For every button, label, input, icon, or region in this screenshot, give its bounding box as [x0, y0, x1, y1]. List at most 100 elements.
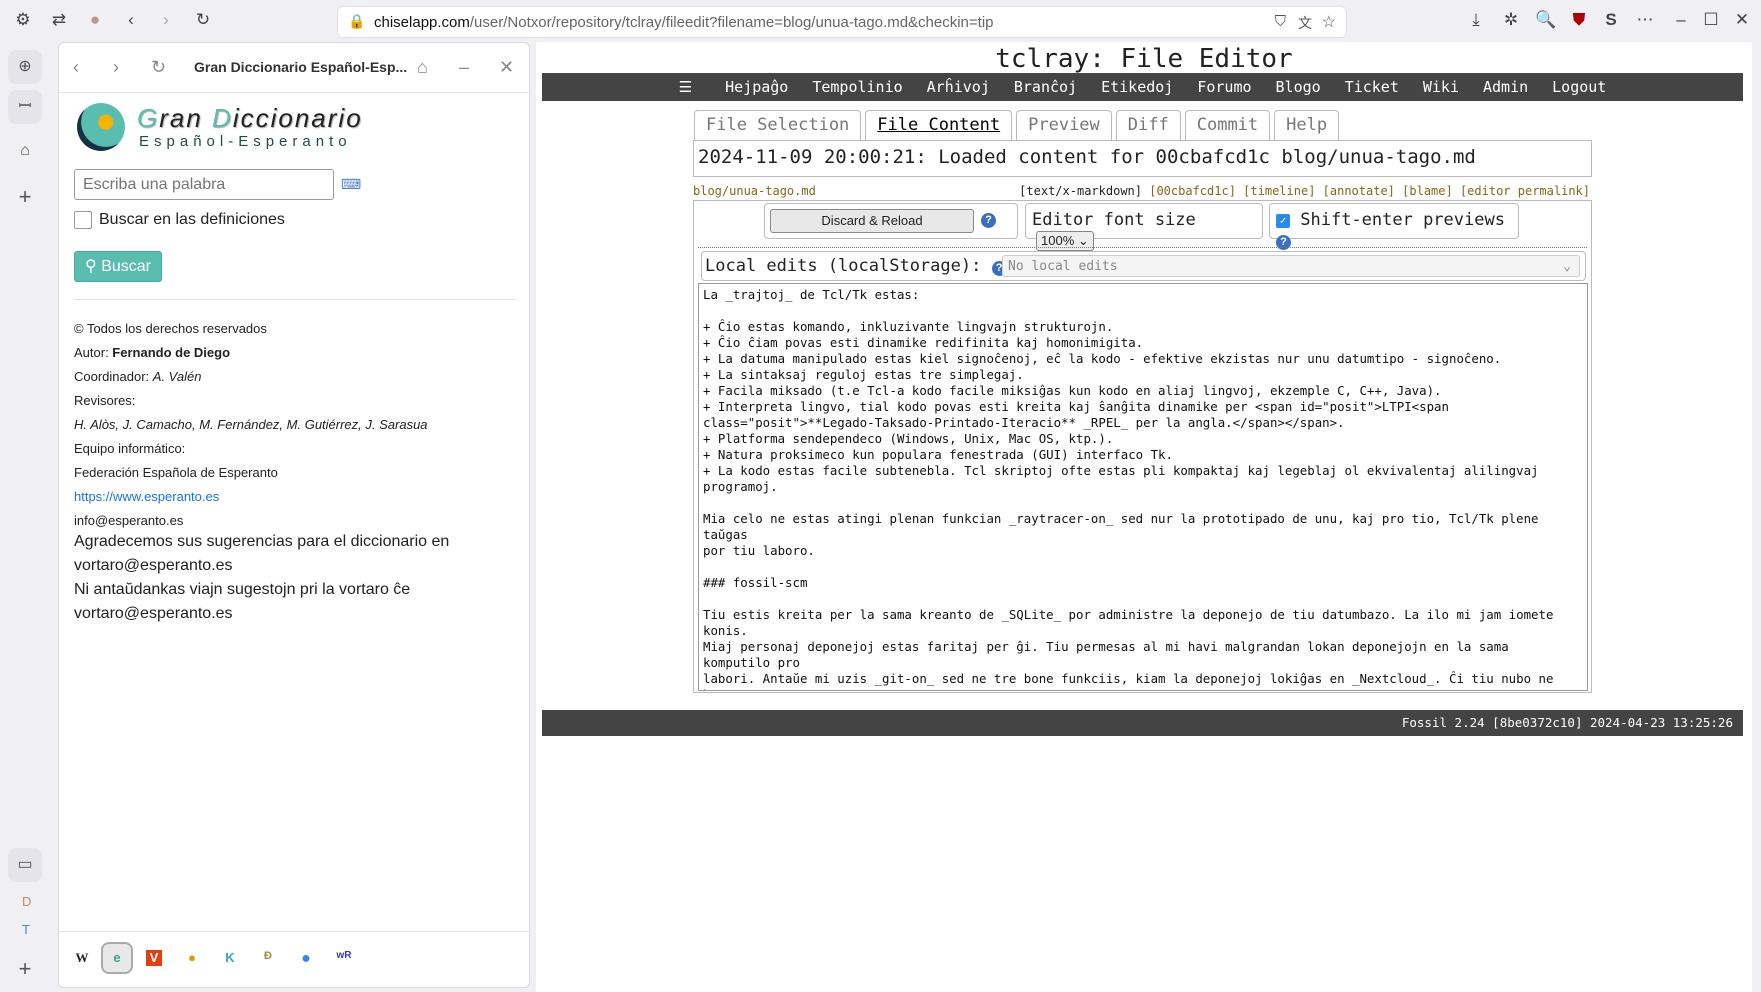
menu-icon[interactable]: ⋯: [1634, 10, 1656, 30]
nav-item[interactable]: Blogo: [1276, 78, 1321, 96]
nav-item[interactable]: Wiki: [1423, 78, 1459, 96]
translate-icon[interactable]: 文: [1298, 13, 1312, 33]
shield-icon[interactable]: ⛉: [1275, 13, 1286, 30]
discard-reload-button[interactable]: Discard & Reload: [770, 209, 974, 233]
translate-panel-icon[interactable]: ꟷ: [8, 90, 42, 124]
author: Autor: Fernando de Diego: [74, 345, 231, 360]
nav-item[interactable]: Forumo: [1197, 78, 1251, 96]
s-extension-icon[interactable]: S: [1600, 10, 1622, 30]
home-icon[interactable]: ⌂: [417, 57, 428, 78]
keyboard-icon[interactable]: ⌨: [341, 176, 361, 193]
forward-icon[interactable]: ›: [155, 10, 177, 30]
k-icon[interactable]: K: [217, 950, 243, 965]
minimize-icon[interactable]: –: [1670, 10, 1692, 30]
close-icon[interactable]: ✕: [1731, 10, 1753, 30]
home-icon[interactable]: ⌂: [8, 134, 42, 168]
lock-icon: 🔒: [348, 13, 366, 29]
tab-letter-d[interactable]: D: [22, 894, 31, 909]
local-edits-group: Local edits (localStorage): ? No local e…: [701, 251, 1586, 281]
font-size-select[interactable]: 100% ⌄: [1036, 231, 1094, 251]
nav-item[interactable]: Tempolinio: [812, 78, 902, 96]
local-edits-select[interactable]: No local edits ⌄: [1002, 255, 1580, 277]
star-icon[interactable]: ☆: [1322, 12, 1336, 32]
thanks-es: Agradecemos sus sugerencias para el dicc…: [74, 533, 450, 550]
tab-letter-t[interactable]: T: [22, 922, 30, 937]
editor-tabs: File Selection File Content Preview Diff…: [694, 110, 1343, 140]
nav-item[interactable]: Admin: [1483, 78, 1528, 96]
mimetype: [text/x-markdown]: [1019, 184, 1142, 198]
nav-item[interactable]: Hejpaĝo: [725, 78, 788, 96]
status-message: 2024-11-09 20:00:21: Loaded content for …: [693, 140, 1592, 177]
new-tab-icon[interactable]: +: [8, 952, 42, 986]
tab-file-content[interactable]: File Content: [865, 110, 1013, 140]
settings-icon[interactable]: ⚙: [12, 10, 34, 30]
font-size-group: Editor font size 100% ⌄: [1025, 203, 1263, 251]
copyright: © Todos los derechos reservados: [74, 321, 267, 336]
url-text: chiselapp.com/user/Notxor/repository/tcl…: [374, 14, 994, 31]
shift-enter-group: ✓ Shift-enter previews ?: [1269, 203, 1519, 250]
back-icon[interactable]: ‹: [120, 10, 142, 30]
reload-icon[interactable]: ↻: [192, 10, 214, 30]
v-icon[interactable]: V: [146, 950, 162, 966]
diccionario-icon[interactable]: e: [101, 942, 133, 974]
url-bar[interactable]: 🔒 chiselapp.com/user/Notxor/repository/t…: [337, 6, 1347, 38]
download-icon[interactable]: ⤓: [1465, 10, 1487, 30]
tab-commit[interactable]: Commit: [1184, 110, 1271, 140]
logo-title: Gran Diccionario: [137, 103, 363, 133]
nav-item[interactable]: Branĉoj: [1014, 78, 1077, 96]
annotate-link[interactable]: [annotate]: [1323, 184, 1395, 198]
website-link[interactable]: https://www.esperanto.es: [74, 489, 219, 504]
sidebar-panel: ‹ › ↻ Gran Diccionario Español-Esp... ⌂ …: [58, 42, 530, 988]
minimize-icon[interactable]: –: [459, 57, 469, 78]
checkin-link[interactable]: [00cbafcd1c]: [1149, 184, 1236, 198]
local-edits-label: Local edits (localStorage):: [705, 256, 982, 276]
permalink-link[interactable]: [editor permalink]: [1460, 184, 1590, 198]
search-input[interactable]: [74, 169, 334, 200]
globe-icon[interactable]: ⊕: [8, 50, 42, 84]
search-button[interactable]: ⚲ Buscar: [74, 251, 162, 282]
logo-subtitle: Español-Esperanto: [139, 133, 352, 150]
reload-icon[interactable]: ↻: [151, 57, 166, 78]
profile-icon[interactable]: ●: [84, 10, 106, 30]
nav-item[interactable]: Arĥivoj: [927, 78, 990, 96]
search-extension-icon[interactable]: 🔍: [1535, 10, 1557, 30]
wordreference-icon[interactable]: wR: [331, 950, 357, 961]
dc-icon[interactable]: Ɖ: [255, 950, 281, 962]
extensions-icon[interactable]: ✲: [1500, 10, 1522, 30]
gold-icon[interactable]: ●: [179, 950, 205, 965]
wikipedia-icon[interactable]: W: [69, 950, 95, 966]
editor-panel: Discard & Reload ? Editor font size 100%…: [693, 200, 1592, 693]
definitions-checkbox[interactable]: [74, 211, 92, 229]
back-icon[interactable]: ‹: [73, 57, 79, 78]
ublock-icon[interactable]: ⛊: [1568, 10, 1590, 30]
nav-item[interactable]: Etikedoj: [1101, 78, 1173, 96]
fossil-page: tclray: File Editor ☰ Hejpaĝo Tempolinio A…: [536, 42, 1752, 992]
reviewers: H. Alòs, J. Camacho, M. Fernández, M. Gu…: [74, 417, 428, 432]
help-icon[interactable]: ?: [981, 213, 996, 228]
filename-link[interactable]: blog/unua-tago.md: [693, 184, 816, 198]
tab-preview[interactable]: Preview: [1016, 110, 1112, 140]
hamburger-menu-icon[interactable]: ☰: [679, 78, 692, 96]
logo-icon: [77, 103, 125, 151]
tab-file-selection[interactable]: File Selection: [694, 110, 862, 140]
team: Federación Española de Esperanto: [74, 465, 278, 480]
font-size-label: Editor font size: [1032, 210, 1196, 230]
blame-link[interactable]: [blame]: [1402, 184, 1453, 198]
sidebar-toggle-icon[interactable]: ▭: [8, 848, 42, 882]
sync-tabs-icon[interactable]: ⇄: [48, 10, 70, 30]
tab-diff[interactable]: Diff: [1115, 110, 1181, 140]
nav-item[interactable]: Logout: [1552, 78, 1606, 96]
forward-icon[interactable]: ›: [113, 57, 119, 78]
tab-help[interactable]: Help: [1274, 110, 1340, 140]
chat-icon[interactable]: ●: [293, 950, 319, 968]
add-panel-icon[interactable]: +: [8, 180, 42, 214]
close-icon[interactable]: ✕: [499, 57, 514, 78]
shift-enter-checkbox[interactable]: ✓: [1276, 214, 1290, 228]
timeline-link[interactable]: [timeline]: [1243, 184, 1315, 198]
sidebar-header: ‹ › ↻ Gran Diccionario Español-Esp... ⌂ …: [59, 43, 529, 93]
nav-item[interactable]: Ticket: [1345, 78, 1399, 96]
page-title: tclray: File Editor: [995, 44, 1293, 74]
search-button-label: Buscar: [101, 258, 151, 275]
maximize-icon[interactable]: ☐: [1700, 10, 1722, 30]
editor-textarea[interactable]: La _trajtoj_ de Tcl/Tk estas: + Ĉio esta…: [698, 283, 1588, 691]
